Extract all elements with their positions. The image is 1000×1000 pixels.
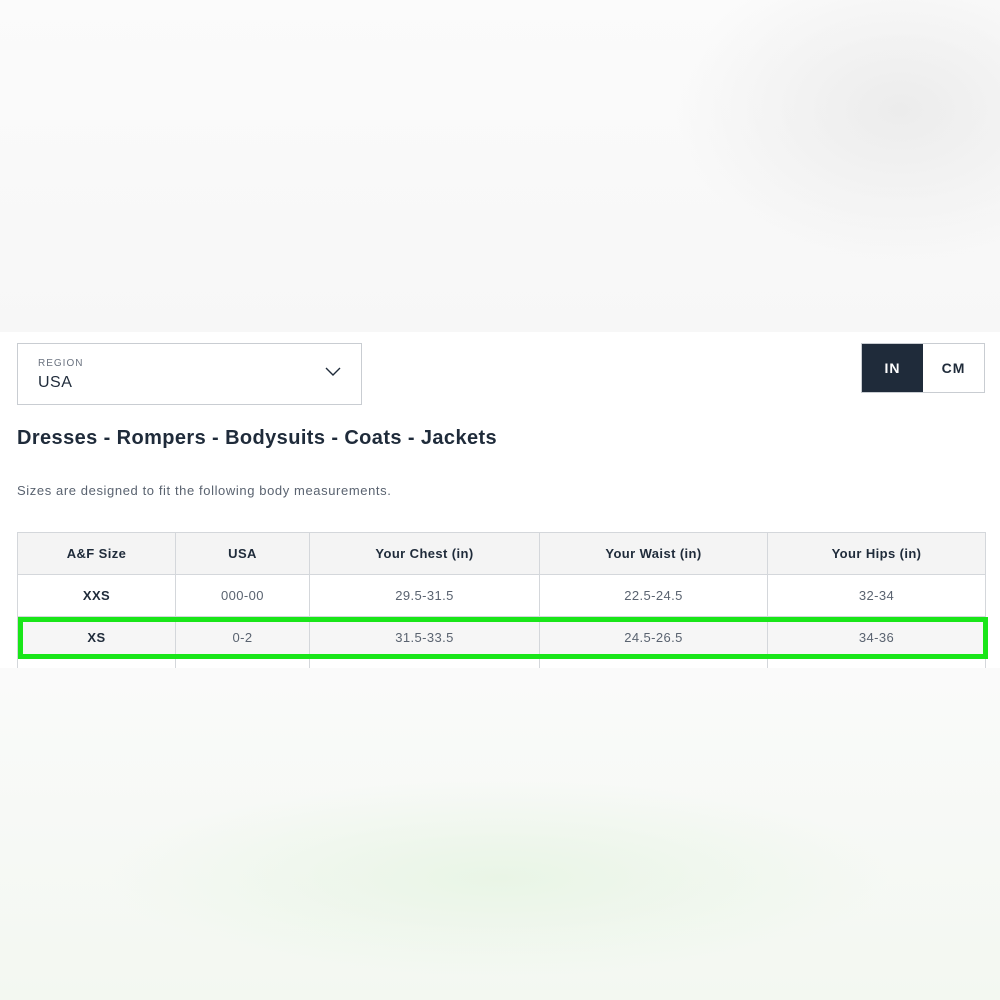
header-af-size: A&F Size	[17, 532, 176, 575]
blurred-background-top	[0, 0, 1000, 332]
size-cell: XXS	[17, 574, 176, 617]
header-hips: Your Hips (in)	[767, 532, 986, 575]
measurements-note: Sizes are designed to fit the following …	[17, 483, 392, 498]
region-label: REGION	[38, 358, 84, 369]
size-guide-panel: REGION USA IN CM Dresses - Rompers - Bod…	[0, 332, 1000, 668]
table-row-cut-off	[17, 658, 986, 668]
table-row-highlighted: XS 0-2 31.5-33.5 24.5-26.5 34-36	[17, 616, 986, 659]
table-row: XXS 000-00 29.5-31.5 22.5-24.5 32-34	[17, 574, 986, 617]
size-table: A&F Size USA Your Chest (in) Your Waist …	[17, 532, 986, 668]
chest-cell: 31.5-33.5	[309, 616, 540, 659]
unit-in-button[interactable]: IN	[862, 344, 923, 392]
chest-cell: 29.5-31.5	[309, 574, 540, 617]
blurred-background-bottom	[0, 668, 1000, 1000]
hips-cell: 32-34	[767, 574, 986, 617]
waist-cell: 24.5-26.5	[539, 616, 768, 659]
chevron-down-icon	[325, 367, 341, 376]
unit-cm-button[interactable]: CM	[923, 344, 984, 392]
header-usa: USA	[175, 532, 310, 575]
header-waist: Your Waist (in)	[539, 532, 768, 575]
unit-toggle: IN CM	[861, 343, 985, 393]
size-cell: XS	[17, 616, 176, 659]
hips-cell: 34-36	[767, 616, 986, 659]
usa-cell: 000-00	[175, 574, 310, 617]
region-value: USA	[38, 374, 73, 391]
waist-cell: 22.5-24.5	[539, 574, 768, 617]
header-chest: Your Chest (in)	[309, 532, 540, 575]
usa-cell: 0-2	[175, 616, 310, 659]
region-select[interactable]: REGION USA	[17, 343, 362, 405]
category-heading: Dresses - Rompers - Bodysuits - Coats - …	[17, 427, 498, 449]
table-header-row: A&F Size USA Your Chest (in) Your Waist …	[17, 532, 986, 575]
